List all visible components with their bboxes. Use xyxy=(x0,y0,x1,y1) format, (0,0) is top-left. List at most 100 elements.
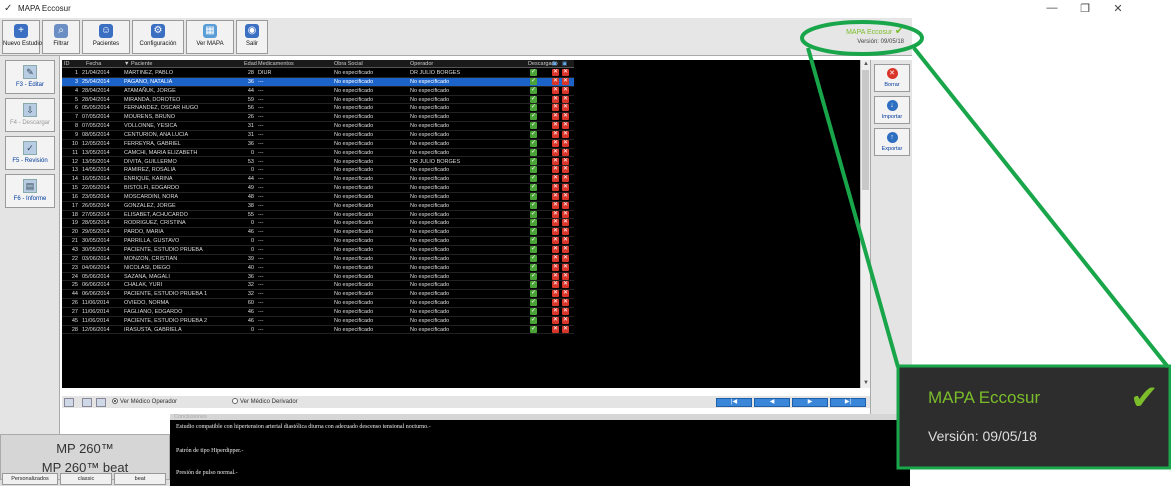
table-row[interactable]: 21 30/05/2014 PARRILLA, GUSTAVO 0 --- No espe… xyxy=(62,237,574,246)
table-row[interactable]: 43 30/05/2014 PACIENTE, ESTUDIO PRUEBA 0 ---… xyxy=(62,246,574,255)
table-row[interactable]: 11 13/05/2014 CAMCHI, MARIA ELIZABETH 0 --- N… xyxy=(62,148,574,158)
table-row[interactable]: 19 28/05/2014 RODRIGUEZ, CRISTINA 0 --- No es… xyxy=(62,219,574,229)
table-row[interactable]: 12 13/05/2014 DIVITA, GUILLERMO 53 --- No esp… xyxy=(62,157,574,167)
downloaded-check-icon[interactable]: ✓ xyxy=(530,254,537,262)
report-mark-icon[interactable]: ✕ xyxy=(562,307,569,315)
report-mark-icon[interactable]: ✕ xyxy=(562,157,569,165)
review-mark-icon[interactable]: ✕ xyxy=(552,69,559,76)
last-page-button[interactable]: ▶| xyxy=(830,398,866,407)
color-beat-button[interactable]: beat xyxy=(114,473,166,485)
left-review-button[interactable]: ✓ F5 - Revisión xyxy=(5,136,55,170)
report-mark-icon[interactable]: ✕ xyxy=(562,86,569,94)
table-row[interactable]: 4 28/04/2014 ATAMAÑUK, JORGE 44 --- No especi… xyxy=(62,86,574,96)
toolbar-view-map-button[interactable]: ▦ Ver MAPA xyxy=(186,20,234,54)
downloaded-check-icon[interactable]: ✓ xyxy=(530,157,537,165)
review-mark-icon[interactable]: ✕ xyxy=(552,272,559,280)
table-row[interactable]: 20 29/05/2014 PARDO, MARIA 46 --- No especifi… xyxy=(62,228,574,238)
downloaded-check-icon[interactable]: ✓ xyxy=(530,201,537,209)
device-mp260[interactable]: MP 260™ xyxy=(1,441,169,456)
table-row[interactable]: 6 05/05/2014 FERNANDEZ, OSCAR HUGO 56 --- No … xyxy=(62,104,574,114)
review-mark-icon[interactable]: ✕ xyxy=(552,175,559,183)
downloaded-check-icon[interactable]: ✓ xyxy=(530,77,537,85)
downloaded-check-icon[interactable]: ✓ xyxy=(530,272,537,280)
table-row[interactable]: 10 12/05/2014 FERREYRA, GABRIEL 36 --- No esp… xyxy=(62,139,574,149)
right-export-button[interactable]: ↑ Exportar xyxy=(874,128,910,156)
review-mark-icon[interactable]: ✕ xyxy=(552,148,559,156)
report-mark-icon[interactable]: ✕ xyxy=(562,148,569,156)
review-mark-icon[interactable]: ✕ xyxy=(552,254,559,262)
small-tool-3-icon[interactable] xyxy=(96,398,106,407)
review-mark-icon[interactable]: ✕ xyxy=(552,307,559,315)
downloaded-check-icon[interactable]: ✓ xyxy=(530,130,537,138)
left-download-button[interactable]: ⇩ F4 - Descargar xyxy=(5,98,55,132)
report-mark-icon[interactable]: ✕ xyxy=(562,325,569,333)
review-mark-icon[interactable]: ✕ xyxy=(552,113,559,121)
report-mark-icon[interactable]: ✕ xyxy=(562,95,569,103)
report-mark-icon[interactable]: ✕ xyxy=(562,290,569,298)
toolbar-patients-button[interactable]: ☺ Pacientes xyxy=(82,20,130,54)
report-mark-icon[interactable]: ✕ xyxy=(562,281,569,289)
studies-table[interactable]: ID Fecha ▼ Paciente Edad Medicamentos Obra So… xyxy=(62,60,574,388)
review-mark-icon[interactable]: ✕ xyxy=(552,122,559,130)
review-mark-icon[interactable]: ✕ xyxy=(552,95,559,103)
review-mark-icon[interactable]: ✕ xyxy=(552,184,559,192)
report-mark-icon[interactable]: ✕ xyxy=(562,113,569,121)
minimize-button[interactable]: — xyxy=(1044,2,1060,14)
report-mark-icon[interactable]: ✕ xyxy=(562,254,569,262)
next-page-button[interactable]: ▶ xyxy=(792,398,828,407)
maximize-button[interactable]: ❐ xyxy=(1077,2,1093,15)
column-header[interactable]: Operador xyxy=(410,60,433,68)
review-mark-icon[interactable]: ✕ xyxy=(552,201,559,209)
column-header[interactable]: ID xyxy=(64,60,70,68)
downloaded-check-icon[interactable]: ✓ xyxy=(530,228,537,236)
table-row[interactable]: 13 14/05/2014 RAMIREZ, ROSALIA 0 --- No espec… xyxy=(62,166,574,176)
radio-medico-derivador[interactable]: Ver Médico Derivador xyxy=(232,398,298,405)
table-row[interactable]: 9 08/05/2014 CENTURION, ANA LUCIA 31 --- No e… xyxy=(62,130,574,140)
scroll-thumb[interactable] xyxy=(862,70,869,190)
table-row[interactable]: 1 21/04/2014 MARTINEZ, PABLO 28 DIUR No espec… xyxy=(62,69,574,78)
downloaded-check-icon[interactable]: ✓ xyxy=(530,299,537,307)
review-mark-icon[interactable]: ✕ xyxy=(552,104,559,112)
table-row[interactable]: 15 22/05/2014 BISTOLFI, EDGARDO 49 --- No esp… xyxy=(62,184,574,193)
report-mark-icon[interactable]: ✕ xyxy=(562,184,569,192)
downloaded-check-icon[interactable]: ✓ xyxy=(530,104,537,112)
color-personalizados-button[interactable]: Personalizados xyxy=(2,473,58,485)
small-tool-2-icon[interactable] xyxy=(82,398,92,407)
downloaded-check-icon[interactable]: ✓ xyxy=(530,86,537,94)
table-row[interactable]: 5 28/04/2014 MIRANDA, DOROTEO 59 --- No espec… xyxy=(62,95,574,105)
toolbar-exit-button[interactable]: ◉ Salir xyxy=(236,20,268,54)
review-mark-icon[interactable]: ✕ xyxy=(552,246,559,253)
report-mark-icon[interactable]: ✕ xyxy=(562,246,569,253)
downloaded-check-icon[interactable]: ✓ xyxy=(530,184,537,192)
report-mark-icon[interactable]: ✕ xyxy=(562,272,569,280)
report-mark-icon[interactable]: ✕ xyxy=(562,192,569,200)
table-row[interactable]: 22 03/06/2014 MONZON, CRISTIAN 39 --- No espe… xyxy=(62,254,574,264)
report-mark-icon[interactable]: ✕ xyxy=(562,201,569,209)
downloaded-check-icon[interactable]: ✓ xyxy=(530,113,537,121)
report-mark-icon[interactable]: ✕ xyxy=(562,299,569,307)
left-report-button[interactable]: ▤ F6 - Informe xyxy=(5,174,55,208)
review-mark-icon[interactable]: ✕ xyxy=(552,86,559,94)
table-row[interactable]: 23 04/06/2014 NICOLASI, DIEGO 40 --- No espec… xyxy=(62,263,574,273)
downloaded-check-icon[interactable]: ✓ xyxy=(530,192,537,200)
report-mark-icon[interactable]: ✕ xyxy=(562,69,569,76)
downloaded-check-icon[interactable]: ✓ xyxy=(530,219,537,227)
column-header[interactable]: Medicamentos xyxy=(258,60,294,68)
small-tool-1-icon[interactable] xyxy=(64,398,74,407)
table-row[interactable]: 26 11/06/2014 OVIEDO, NORMA 60 --- No especif… xyxy=(62,299,574,308)
table-row[interactable]: 7 07/05/2014 MOURENS, BRUNO 26 --- No especif… xyxy=(62,113,574,123)
review-mark-icon[interactable]: ✕ xyxy=(552,228,559,236)
table-row[interactable]: 45 11/06/2014 PACIENTE, ESTUDIO PRUEBA 2 46… xyxy=(62,316,574,326)
report-mark-icon[interactable]: ✕ xyxy=(562,219,569,227)
table-row[interactable]: 44 06/06/2014 PACIENTE, ESTUDIO PRUEBA 1 32… xyxy=(62,290,574,300)
column-header[interactable]: Fecha xyxy=(86,60,101,68)
downloaded-check-icon[interactable]: ✓ xyxy=(530,139,537,147)
review-mark-icon[interactable]: ✕ xyxy=(552,166,559,174)
previous-page-button[interactable]: ◀ xyxy=(754,398,790,407)
review-mark-icon[interactable]: ✕ xyxy=(552,139,559,147)
table-row[interactable]: 25 06/06/2014 CHALAK, YURI 32 --- No especifi… xyxy=(62,281,574,291)
table-row[interactable]: 27 11/06/2014 FAGLIANO, EDGARDO 46 --- No esp… xyxy=(62,307,574,317)
downloaded-check-icon[interactable]: ✓ xyxy=(530,237,537,245)
downloaded-check-icon[interactable]: ✓ xyxy=(530,307,537,315)
downloaded-check-icon[interactable]: ✓ xyxy=(530,148,537,156)
